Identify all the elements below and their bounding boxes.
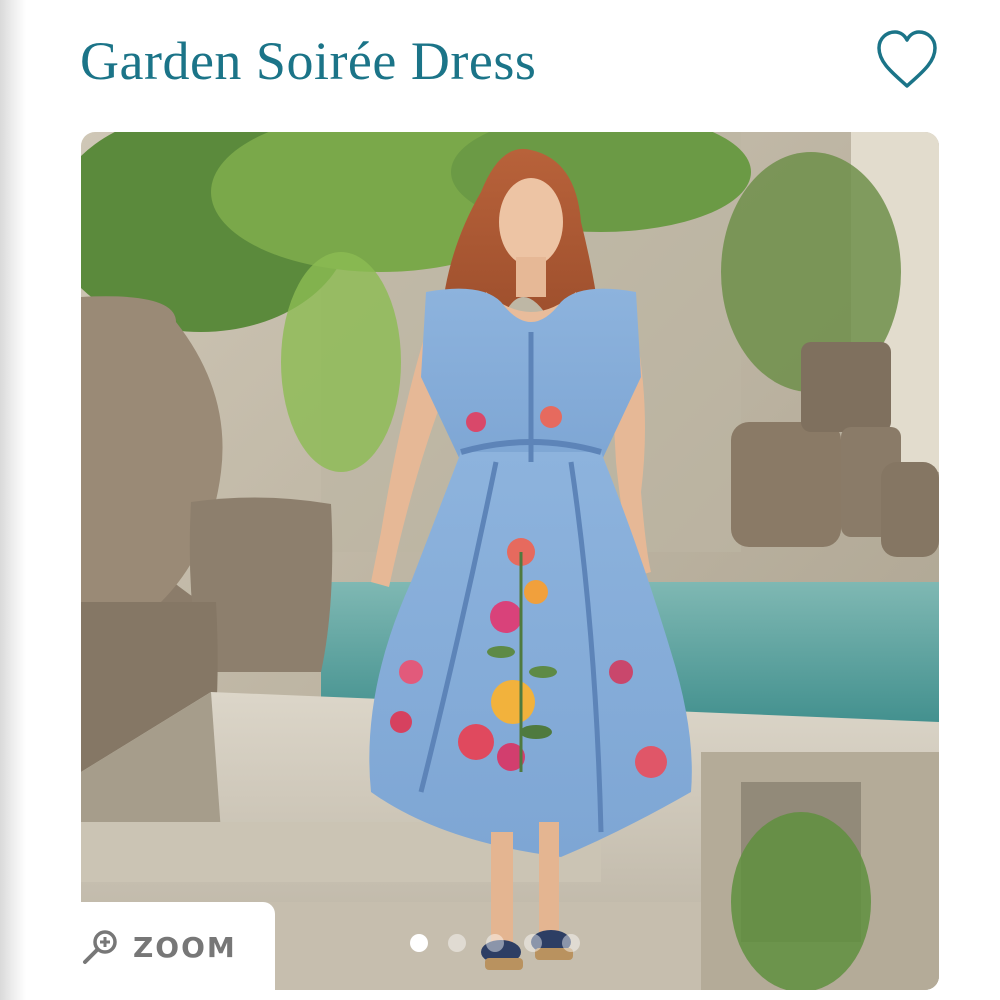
gallery-dot-5[interactable] xyxy=(562,934,580,952)
heart-outline-icon xyxy=(877,30,937,88)
favorite-button[interactable] xyxy=(874,28,940,92)
gallery-dot-4[interactable] xyxy=(524,934,542,952)
gallery-dot-1[interactable] xyxy=(410,934,428,952)
product-title: Garden Soirée Dress xyxy=(80,31,537,91)
product-photo xyxy=(81,132,939,990)
gallery-pagination xyxy=(410,934,580,952)
left-edge-shadow xyxy=(0,0,26,1000)
gallery-dot-2[interactable] xyxy=(448,934,466,952)
zoom-button[interactable]: ZOOM xyxy=(81,902,275,992)
magnifier-icon xyxy=(83,930,117,964)
gallery-dot-3[interactable] xyxy=(486,934,504,952)
zoom-label: ZOOM xyxy=(133,930,237,964)
product-image[interactable] xyxy=(81,132,939,990)
